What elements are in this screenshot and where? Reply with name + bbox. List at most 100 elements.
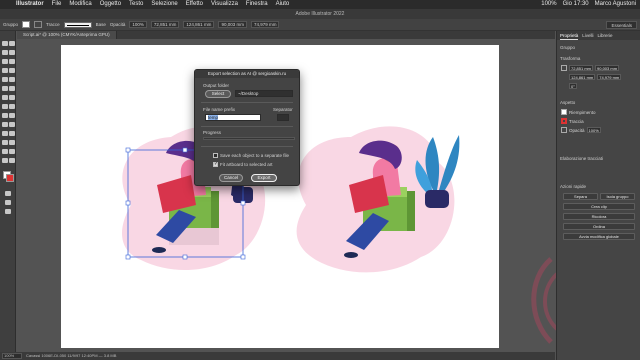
select-folder-button[interactable]: Select bbox=[205, 90, 231, 98]
menu-effetto[interactable]: Effetto bbox=[186, 0, 203, 9]
separator-field[interactable] bbox=[277, 114, 289, 121]
rotate-tool-icon[interactable] bbox=[9, 95, 15, 100]
divider bbox=[201, 146, 293, 147]
transform-heading: Trasforma bbox=[560, 56, 581, 61]
shaper-tool-icon[interactable] bbox=[2, 86, 8, 91]
progress-bar bbox=[203, 137, 295, 140]
eyedropper-tool-icon[interactable] bbox=[9, 131, 15, 136]
eraser-tool-icon[interactable] bbox=[2, 95, 8, 100]
menu-finestra[interactable]: Finestra bbox=[246, 0, 268, 9]
divider bbox=[201, 126, 293, 127]
fill-swatch-icon[interactable] bbox=[561, 109, 567, 115]
edit-toolbar-icon[interactable] bbox=[5, 209, 11, 214]
stroke-style[interactable]: Base bbox=[96, 22, 106, 27]
clock[interactable]: Gio 17:30 bbox=[563, 0, 589, 9]
menu-bar: Illustrator File Modifica Oggetto Testo … bbox=[0, 0, 640, 9]
illustration-right[interactable] bbox=[296, 126, 460, 273]
prefix-field[interactable]: temp bbox=[205, 114, 261, 121]
fit-artboard-checkbox[interactable] bbox=[213, 161, 218, 167]
hand-tool-icon[interactable] bbox=[2, 158, 8, 163]
status-bar: 100% Cavassi 1006E-DI-050 11/9/97 12:40P… bbox=[0, 352, 555, 360]
output-folder-label: Output folder bbox=[203, 83, 230, 88]
menu-testo[interactable]: Testo bbox=[129, 0, 143, 9]
arrange-button[interactable]: Ordina bbox=[563, 223, 635, 230]
free-transform-tool-icon[interactable] bbox=[2, 113, 8, 118]
zoom-field[interactable]: 100% bbox=[2, 353, 22, 359]
menu-oggetto[interactable]: Oggetto bbox=[100, 0, 121, 9]
battery-status[interactable]: 100% bbox=[541, 0, 556, 9]
tab-libraries[interactable]: Librerie bbox=[598, 31, 613, 40]
export-dialog: Export selection as AI @ sergioaskin.ru … bbox=[194, 69, 300, 186]
h-field[interactable]: 74,979 mm bbox=[250, 21, 280, 28]
menu-modifica[interactable]: Modifica bbox=[69, 0, 91, 9]
w-field[interactable]: 90,003 mm bbox=[595, 65, 620, 71]
progress-label: Progress bbox=[203, 130, 222, 135]
mesh-tool-icon[interactable] bbox=[9, 122, 15, 127]
save-each-checkbox[interactable] bbox=[213, 153, 218, 158]
selection-tool-icon[interactable] bbox=[2, 41, 8, 46]
stroke-label: Traccia bbox=[569, 118, 584, 124]
lasso-tool-icon[interactable] bbox=[9, 50, 15, 55]
save-each-label: Save each object to a separate file bbox=[220, 153, 290, 158]
y-field[interactable]: 124,861 mm bbox=[569, 74, 596, 80]
width-tool-icon[interactable] bbox=[9, 104, 15, 109]
opacity-label: Opacità bbox=[109, 22, 126, 27]
artboard-tool-icon[interactable] bbox=[9, 149, 15, 154]
document-tab[interactable]: Script.ai* @ 100% (CMYK/Anteprima GPU) bbox=[17, 31, 117, 39]
menu-aiuto[interactable]: Aiuto bbox=[276, 0, 290, 9]
x-field[interactable]: 72,851 mm bbox=[569, 65, 594, 71]
pot-right bbox=[425, 190, 449, 208]
opacity-field[interactable]: 100% bbox=[586, 127, 601, 133]
symbol-sprayer-tool-icon[interactable] bbox=[9, 140, 15, 145]
direct-selection-tool-icon[interactable] bbox=[9, 41, 15, 46]
stroke-swatch[interactable] bbox=[34, 21, 43, 28]
global-edit-button[interactable]: Avvia modifica globale bbox=[563, 233, 635, 240]
curvature-tool-icon[interactable] bbox=[9, 59, 15, 64]
blend-tool-icon[interactable] bbox=[2, 140, 8, 145]
angle-field[interactable]: 0° bbox=[569, 83, 577, 89]
path-ops-heading: Elaborazione tracciati bbox=[560, 156, 604, 161]
document-tab-bar: Script.ai* @ 100% (CMYK/Anteprima GPU) bbox=[17, 31, 555, 39]
type-tool-icon[interactable] bbox=[2, 68, 8, 73]
tab-layers[interactable]: Livelli bbox=[582, 31, 593, 40]
export-button[interactable]: Export bbox=[251, 174, 277, 182]
tab-properties[interactable]: Proprietà bbox=[560, 31, 579, 40]
drawing-modes-icon[interactable] bbox=[5, 191, 11, 196]
isolate-group-button[interactable]: Isola gruppo bbox=[600, 193, 635, 200]
menu-app-name[interactable]: Illustrator bbox=[16, 0, 44, 9]
rectangle-tool-icon[interactable] bbox=[2, 77, 8, 82]
paintbrush-tool-icon[interactable] bbox=[9, 77, 15, 82]
pen-tool-icon[interactable] bbox=[2, 59, 8, 64]
menu-visualizza[interactable]: Visualizza bbox=[211, 0, 238, 9]
x-field[interactable]: 72,851 mm bbox=[150, 21, 180, 28]
pencil-tool-icon[interactable] bbox=[9, 86, 15, 91]
recolor-button[interactable]: Ricolora bbox=[563, 213, 635, 220]
line-tool-icon[interactable] bbox=[9, 68, 15, 73]
fill-swatch[interactable] bbox=[22, 21, 31, 28]
menu-selezione[interactable]: Selezione bbox=[151, 0, 177, 9]
magic-wand-tool-icon[interactable] bbox=[2, 50, 8, 55]
perspective-grid-tool-icon[interactable] bbox=[2, 122, 8, 127]
h-field[interactable]: 74,979 mm bbox=[597, 74, 622, 80]
zoom-tool-icon[interactable] bbox=[9, 158, 15, 163]
reference-point-icon[interactable] bbox=[561, 65, 567, 71]
user-name[interactable]: Marco Agustoni bbox=[595, 0, 636, 9]
stroke-swatch-icon[interactable] bbox=[561, 118, 567, 124]
scale-tool-icon[interactable] bbox=[2, 104, 8, 109]
y-field[interactable]: 124,861 mm bbox=[183, 21, 215, 28]
ungroup-button[interactable]: Separa bbox=[563, 193, 598, 200]
output-path-field[interactable]: ~/Desktop bbox=[235, 90, 293, 97]
gradient-tool-icon[interactable] bbox=[2, 131, 8, 136]
stroke-color-icon[interactable] bbox=[6, 174, 14, 182]
stroke-style-preview[interactable] bbox=[63, 21, 92, 28]
tools-panel bbox=[0, 31, 16, 352]
make-clip-button[interactable]: Crea clip bbox=[563, 203, 635, 210]
cancel-button[interactable]: Cancel bbox=[219, 174, 243, 182]
w-field[interactable]: 90,003 mm bbox=[218, 21, 247, 28]
menu-file[interactable]: File bbox=[52, 0, 62, 9]
shape-builder-tool-icon[interactable] bbox=[9, 113, 15, 118]
column-graph-tool-icon[interactable] bbox=[2, 149, 8, 154]
opacity-field[interactable]: 100% bbox=[129, 21, 147, 28]
workspace-switcher[interactable]: Essentials bbox=[606, 20, 637, 29]
screen-mode-icon[interactable] bbox=[5, 200, 11, 205]
